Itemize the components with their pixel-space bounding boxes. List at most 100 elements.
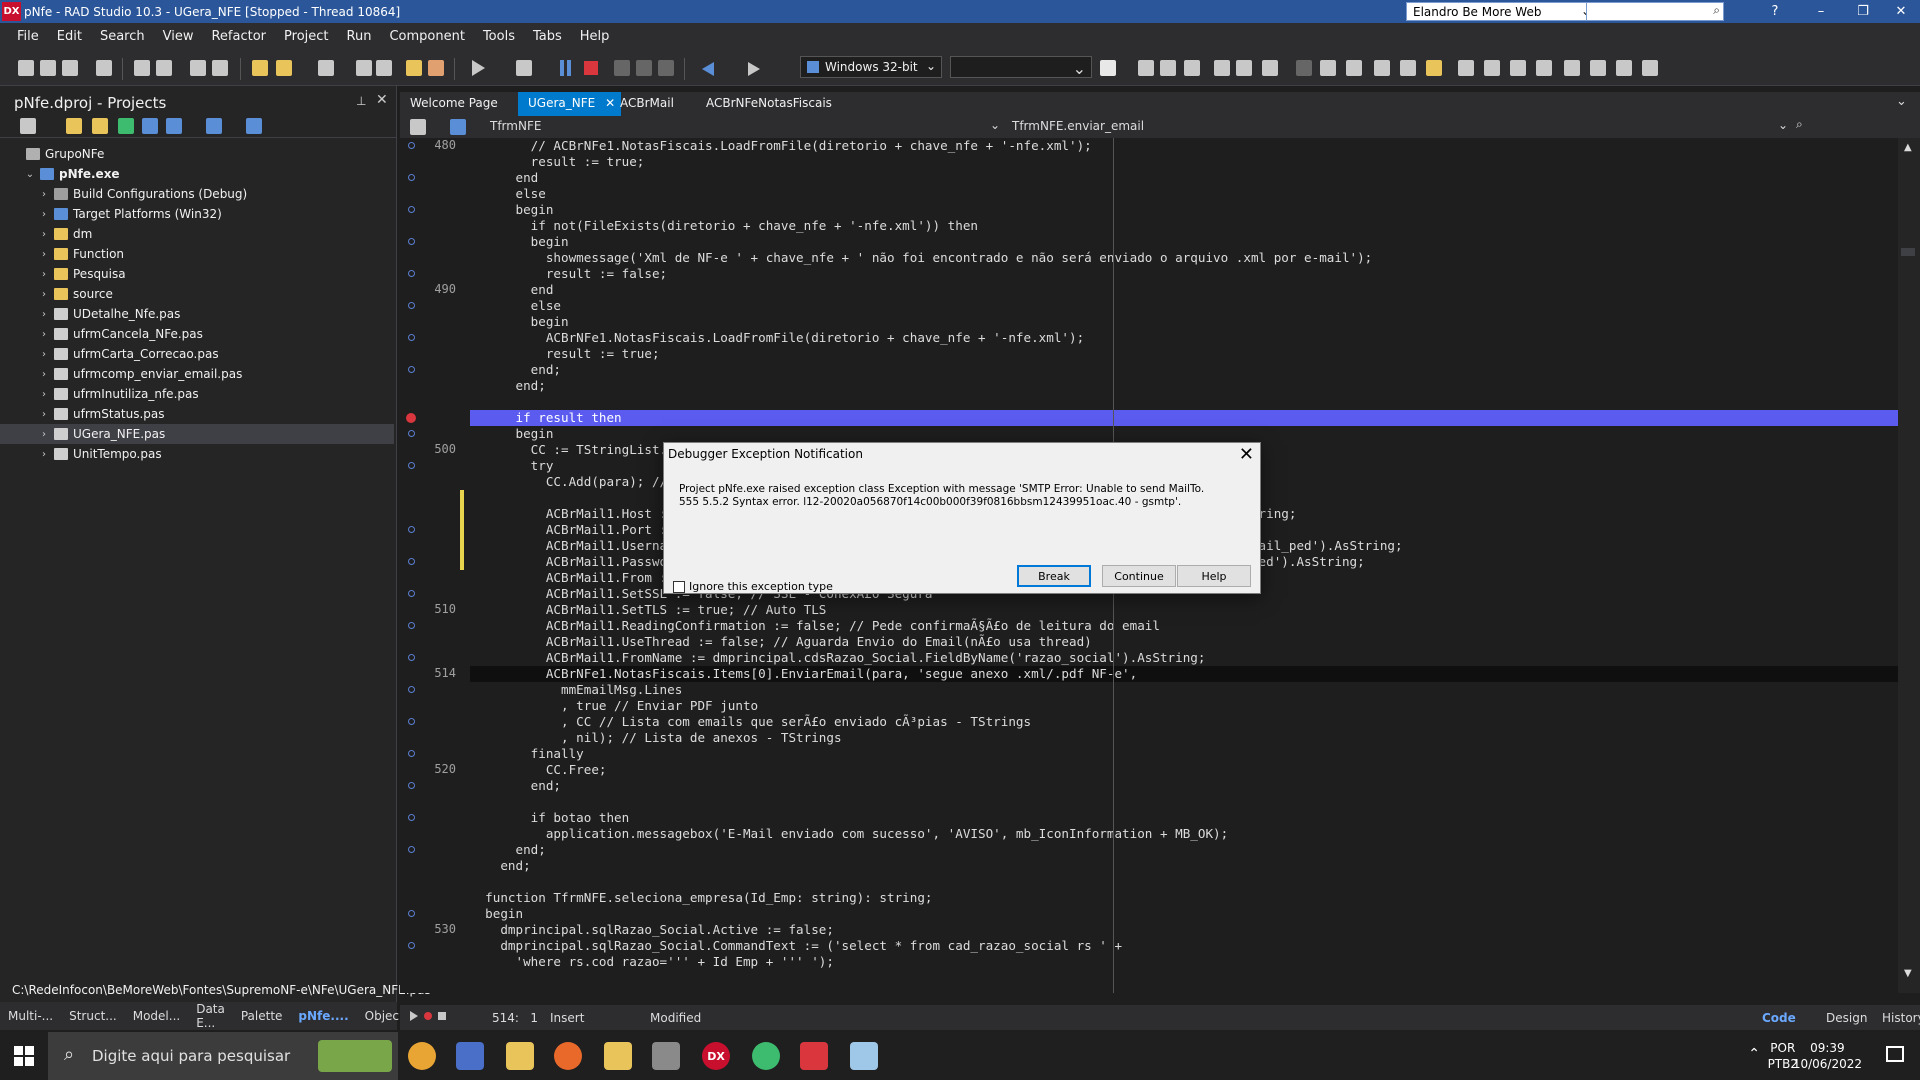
breakpoint-marker-icon[interactable]	[408, 558, 415, 565]
menu-tools[interactable]: Tools	[474, 29, 524, 44]
device-icon[interactable]	[1100, 60, 1116, 76]
notification-icon[interactable]	[1886, 1046, 1904, 1062]
code-line[interactable]: mmEmailMsg.Lines	[470, 682, 1898, 698]
expand-right-icon[interactable]: ›	[38, 249, 50, 260]
code-line[interactable]: else	[470, 298, 1898, 314]
anydesk-icon[interactable]	[800, 1042, 828, 1070]
run-to-cursor-icon[interactable]	[658, 60, 674, 76]
chevron-up-icon[interactable]: ⌃	[1748, 1046, 1760, 1062]
tree-item[interactable]: › Build Configurations (Debug)	[0, 184, 394, 204]
expand-right-icon[interactable]: ›	[38, 349, 50, 360]
align-vcenter-icon[interactable]	[1236, 60, 1252, 76]
save-icon[interactable]	[318, 60, 334, 76]
file-explorer-icon[interactable]	[604, 1042, 632, 1070]
chevron-down-icon[interactable]: ⌄	[1778, 118, 1788, 132]
breakpoint-marker-icon[interactable]	[408, 846, 415, 853]
code-line[interactable]: ACBrMail1.SetTLS := true; // Auto TLS	[470, 602, 1898, 618]
copy-icon[interactable]	[134, 60, 150, 76]
menu-tabs[interactable]: Tabs	[524, 29, 571, 44]
editor-gutter[interactable]: 480 490 500 510 514 520 530	[400, 138, 468, 993]
tree-item[interactable]: ⌄ pNfe.exe	[0, 164, 394, 184]
align-center-icon[interactable]	[1160, 60, 1176, 76]
view-history-tab[interactable]: History	[1882, 1011, 1920, 1025]
desktop-layout-select[interactable]: Elandro Be More Web⌄	[1406, 2, 1596, 21]
code-line[interactable]: finally	[470, 746, 1898, 762]
code-line[interactable]: dmprincipal.sqlRazao_Social.CommandText …	[470, 938, 1898, 954]
code-line[interactable]: 'where rs.cod razao=''' + Id Emp + ''' '…	[470, 954, 1898, 970]
scrollbar-thumb[interactable]	[1901, 248, 1915, 256]
tree-item[interactable]: › UDetalhe_Nfe.pas	[0, 304, 394, 324]
tab-multi-device[interactable]: Multi-...	[0, 1009, 61, 1023]
breakpoint-marker-icon[interactable]	[408, 942, 415, 949]
code-line[interactable]: , true // Enviar PDF junto	[470, 698, 1898, 714]
code-line[interactable]: if not(FileExists(diretorio + chave_nfe …	[470, 218, 1898, 234]
breakpoint-marker-icon[interactable]	[408, 910, 415, 917]
stop-icon[interactable]	[584, 61, 598, 75]
checkbox-box[interactable]	[673, 580, 685, 593]
breakpoint-marker-icon[interactable]	[408, 206, 415, 213]
align-top-icon[interactable]	[1214, 60, 1230, 76]
target-platform-select[interactable]: Windows 32-bit ⌄	[800, 56, 942, 78]
code-line[interactable]: end;	[470, 378, 1898, 394]
code-line[interactable]: , CC // Lista com emails que serÃ£o envi…	[470, 714, 1898, 730]
build-icon[interactable]	[376, 60, 392, 76]
menu-refactor[interactable]: Refactor	[202, 29, 275, 44]
code-line[interactable]: end;	[470, 858, 1898, 874]
align-icon[interactable]	[190, 60, 206, 76]
class-icon[interactable]	[450, 119, 466, 135]
reopen-icon[interactable]	[62, 60, 78, 76]
firefox-icon[interactable]	[554, 1042, 582, 1070]
maximize-button[interactable]: ❐	[1844, 0, 1882, 23]
code-line[interactable]: ACBrMail1.UseThread := false; // Aguarda…	[470, 634, 1898, 650]
code-line[interactable]: ACBrMail1.FromName := dmprincipal.cdsRaz…	[470, 650, 1898, 666]
breakpoint-marker-icon[interactable]	[408, 750, 415, 757]
vspace-dec-icon[interactable]	[1616, 60, 1632, 76]
code-line[interactable]: result := true;	[470, 346, 1898, 362]
build-project-icon[interactable]	[142, 118, 158, 134]
filter-icon[interactable]	[166, 118, 182, 134]
breakpoint-marker-icon[interactable]	[408, 718, 415, 725]
code-line[interactable]: result := false;	[470, 266, 1898, 282]
expand-all-icon[interactable]	[206, 118, 222, 134]
tab-list-chevron-icon[interactable]: ⌄	[1896, 94, 1907, 109]
back-icon[interactable]	[702, 62, 714, 76]
file-zilla-icon[interactable]	[506, 1042, 534, 1070]
view-design-tab[interactable]: Design	[1826, 1011, 1867, 1025]
remove-from-project-icon[interactable]	[428, 60, 444, 76]
hspace-inc-icon[interactable]	[1484, 60, 1500, 76]
send-back-icon[interactable]	[1346, 60, 1362, 76]
paste-icon[interactable]	[156, 60, 172, 76]
vspace-remove-icon[interactable]	[1642, 60, 1658, 76]
help-button[interactable]: Help	[1177, 565, 1251, 587]
chrome-icon[interactable]	[408, 1042, 436, 1070]
expand-down-icon[interactable]: ⌄	[24, 169, 36, 180]
breakpoint-marker-icon[interactable]	[408, 334, 415, 341]
pause-icon[interactable]	[560, 60, 564, 76]
menu-run[interactable]: Run	[338, 29, 381, 44]
align-bottom-edge-icon[interactable]	[1262, 60, 1278, 76]
tree-item[interactable]: › UGera_NFE.pas	[0, 424, 394, 444]
tree-item[interactable]: › ufrmcomp_enviar_email.pas	[0, 364, 394, 384]
code-line[interactable]	[470, 394, 1898, 410]
open-project-icon[interactable]	[276, 60, 292, 76]
code-line[interactable]: end;	[470, 778, 1898, 794]
view-options-icon[interactable]	[246, 118, 262, 134]
expand-right-icon[interactable]: ›	[38, 209, 50, 220]
scroll-down-icon[interactable]: ▼	[1904, 968, 1912, 979]
size-icon[interactable]	[1374, 60, 1390, 76]
menu-file[interactable]: File	[8, 29, 48, 44]
tree-item[interactable]: › Function	[0, 244, 394, 264]
expand-right-icon[interactable]: ›	[38, 449, 50, 460]
open-folder-icon[interactable]	[92, 118, 108, 134]
close-panel-icon[interactable]: ✕	[376, 92, 388, 108]
code-line[interactable]: application.messagebox('E-Mail enviado c…	[470, 826, 1898, 842]
tab-projects[interactable]: pNfe....	[290, 1009, 356, 1023]
breakpoint-marker-icon[interactable]	[408, 526, 415, 533]
code-line[interactable]: begin	[470, 426, 1898, 442]
menu-edit[interactable]: Edit	[48, 29, 91, 44]
breakpoint-marker-icon[interactable]	[408, 590, 415, 597]
open-icon[interactable]	[40, 60, 56, 76]
system-clock[interactable]: 09:39 10/06/2022	[1793, 1040, 1862, 1072]
scroll-up-icon[interactable]: ▲	[1904, 142, 1912, 153]
add-to-project-icon[interactable]	[406, 60, 422, 76]
